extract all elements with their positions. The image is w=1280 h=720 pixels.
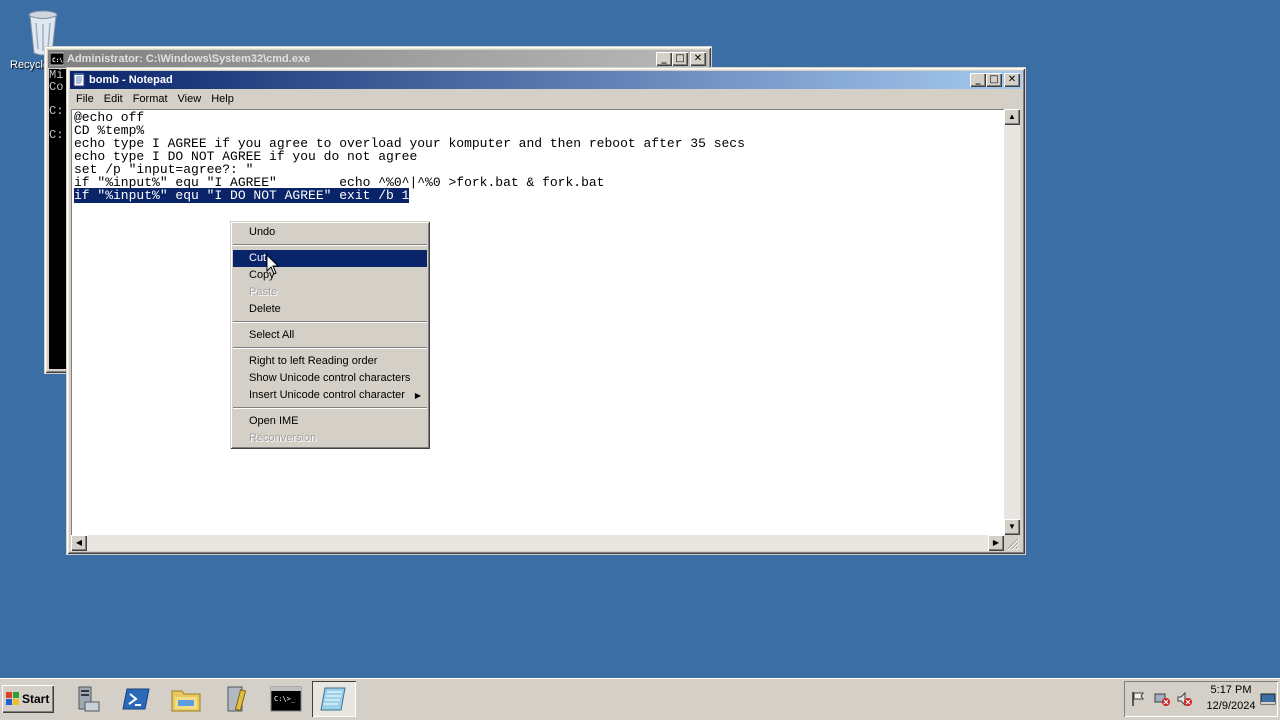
selected-text-line: if "%input%" equ "I DO NOT AGREE" exit /… [74,188,410,203]
cmd-taskbar-icon-text: C:\>_ [274,695,296,703]
resize-grip[interactable] [1004,535,1020,551]
menu-help[interactable]: Help [206,93,239,105]
resize-grip-icon [1007,538,1020,551]
windows-logo-icon [6,692,19,705]
taskbar-cmd[interactable]: C:\>_ [264,681,308,717]
taskbar-server-manager[interactable] [64,681,108,717]
submenu-arrow-icon: ▶ [414,391,421,400]
action-center-flag-icon[interactable] [1130,691,1146,707]
maximize-button[interactable]: □ [986,73,1002,87]
cmd-taskbar-icon: C:\>_ [270,686,302,712]
server-manager-icon [78,686,100,712]
minimize-button[interactable]: _ [656,52,672,66]
start-button[interactable]: Start [2,685,54,713]
menu-item-copy[interactable]: Copy [233,267,427,284]
scroll-left-button[interactable]: ◀ [71,535,87,551]
taskbar-tools[interactable] [214,681,258,717]
svg-text:C:\: C:\ [52,57,63,64]
menu-separator [233,347,427,349]
menu-bar: File Edit Format View Help [71,90,1021,108]
taskbar-explorer[interactable] [164,681,208,717]
menu-item-cut[interactable]: Cut [233,250,427,267]
menu-item-insert-unicode[interactable]: Insert Unicode control character ▶ [233,387,427,404]
close-button[interactable]: ✕ [690,52,706,66]
menu-item-select-all[interactable]: Select All [233,327,427,344]
mouse-cursor-icon [266,254,280,275]
menu-format[interactable]: Format [128,93,173,105]
cmd-icon: C:\ [50,52,64,66]
horizontal-scrollbar[interactable]: ◀ ▶ [71,535,1004,551]
menu-separator [233,407,427,409]
notepad-title: bomb - Notepad [89,74,173,86]
menu-item-reconversion: Reconversion [249,432,317,444]
scroll-down-button[interactable]: ▼ [1004,519,1020,535]
menu-view[interactable]: View [173,93,207,105]
tools-icon [227,686,247,712]
menu-edit[interactable]: Edit [99,93,128,105]
menu-separator [233,321,427,323]
context-menu: Undo Cut Copy Paste Delete Select All Ri… [230,221,430,449]
scroll-right-button[interactable]: ▶ [988,535,1004,551]
powershell-icon [122,688,150,710]
menu-item-show-unicode[interactable]: Show Unicode control characters [233,370,427,387]
notepad-window[interactable]: bomb - Notepad _ □ ✕ File Edit Format Vi… [66,67,1026,555]
text-editor[interactable]: @echo off CD %temp% echo type I AGREE if… [71,109,1004,543]
notepad-taskbar-icon [320,687,346,711]
cmd-title: Administrator: C:\Windows\System32\cmd.e… [67,53,311,65]
menu-item-paste: Paste [249,286,278,298]
cmd-titlebar[interactable]: C:\ Administrator: C:\Windows\System32\c… [48,50,708,68]
notepad-titlebar[interactable]: bomb - Notepad _ □ ✕ [70,71,1022,89]
menu-separator [233,244,427,246]
taskbar-powershell[interactable] [114,681,158,717]
menu-item-delete[interactable]: Delete [233,301,427,318]
taskbar-notepad[interactable] [312,681,356,717]
folder-icon [171,690,201,712]
vertical-scrollbar[interactable]: ▲ ▼ [1004,109,1020,535]
menu-item-undo[interactable]: Undo [233,224,427,241]
minimize-button[interactable]: _ [970,73,986,87]
volume-muted-icon[interactable] [1176,691,1192,707]
clock-date[interactable]: 12/9/2024 [1196,700,1266,712]
editor-content[interactable]: @echo off CD %temp% echo type I AGREE if… [72,110,1004,203]
network-error-icon[interactable] [1154,691,1170,707]
menu-file[interactable]: File [71,93,99,105]
menu-item-insert-unicode-label: Insert Unicode control character [249,389,405,401]
maximize-button[interactable]: □ [672,52,688,66]
menu-item-open-ime[interactable]: Open IME [233,413,427,430]
start-label: Start [22,692,50,706]
notepad-icon [73,73,85,87]
close-button[interactable]: ✕ [1004,73,1020,87]
scroll-up-button[interactable]: ▲ [1004,109,1020,125]
clock-time[interactable]: 5:17 PM [1196,684,1266,696]
menu-item-rtl-reading-order[interactable]: Right to left Reading order [233,353,427,370]
